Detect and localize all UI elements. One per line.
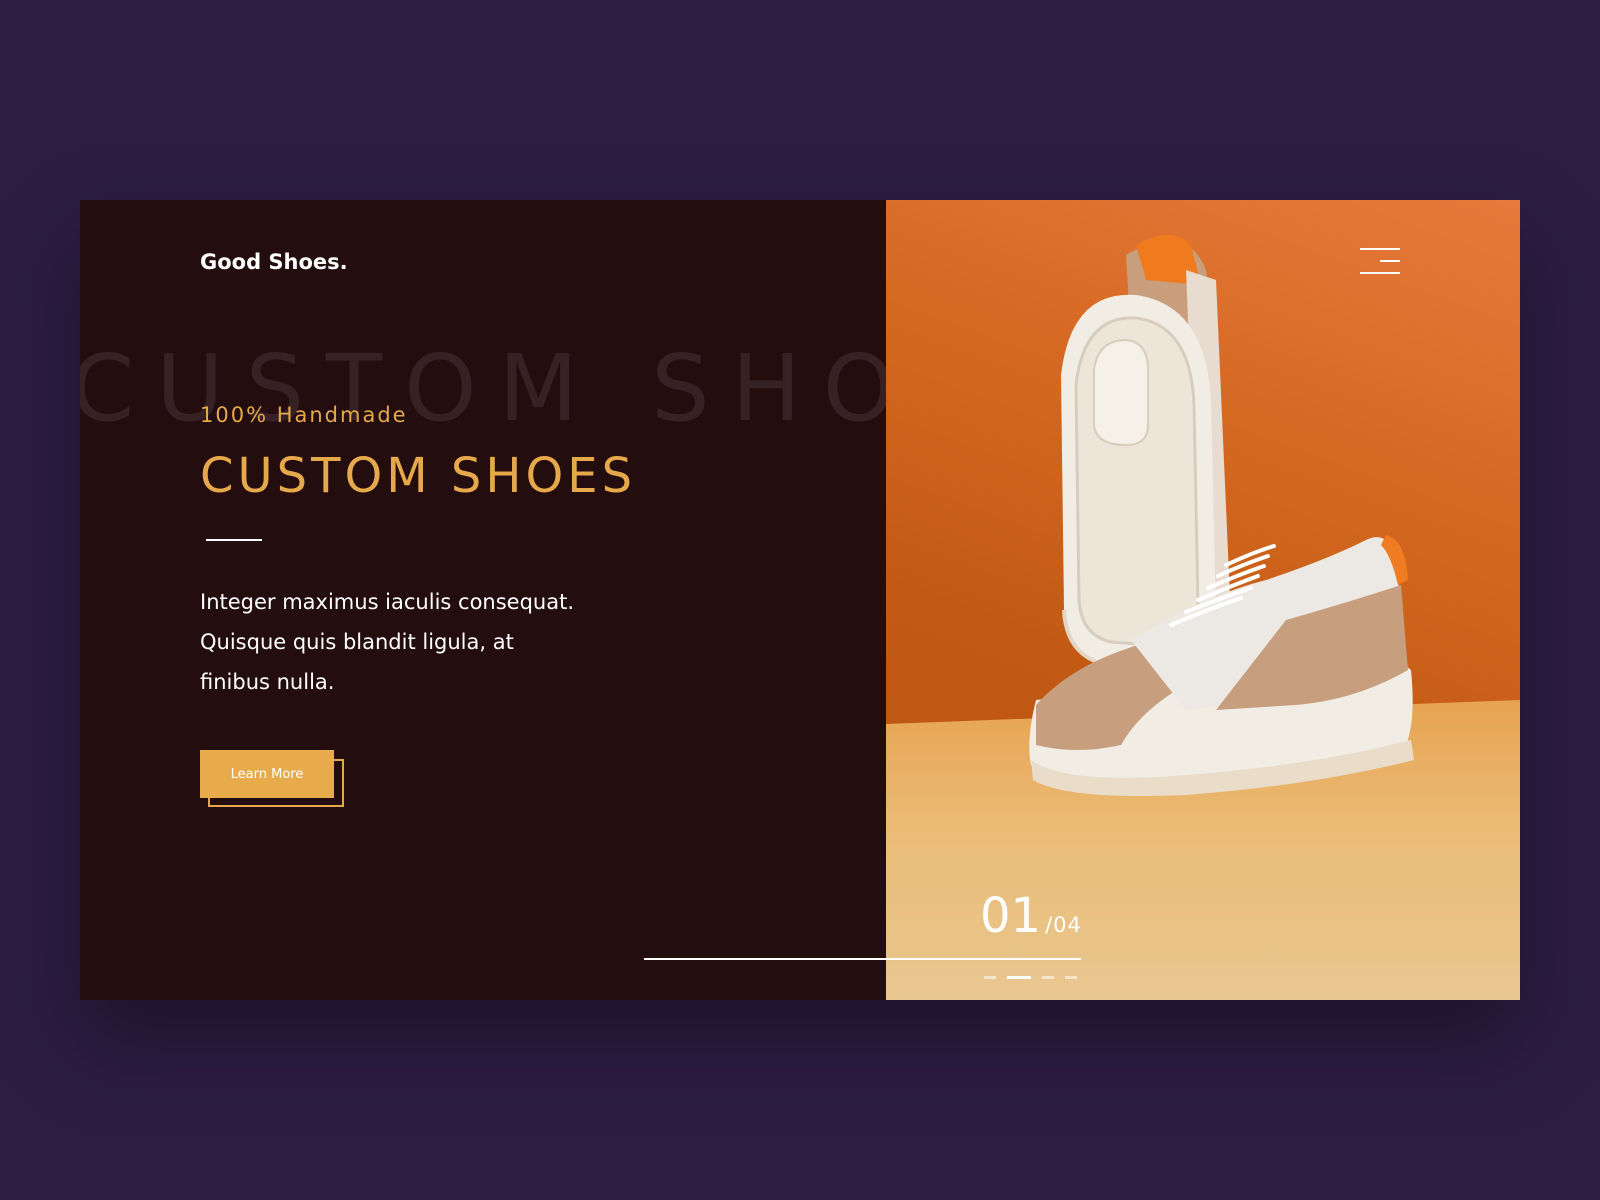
slide-dot-1[interactable] [984, 976, 996, 979]
hero-title: CUSTOM SHOES [200, 448, 637, 504]
hero-description: Integer maximus iaculis consequat. Quisq… [200, 590, 575, 694]
hamburger-menu-icon[interactable] [1360, 248, 1404, 278]
sneakers-illustration [1029, 235, 1414, 796]
slide-dot-4[interactable] [1065, 976, 1077, 979]
brand-logo[interactable]: Good Shoes. [200, 250, 348, 274]
slide-progress-line [644, 958, 1081, 960]
slide-total-number: /04 [1045, 913, 1082, 937]
product-photo [886, 200, 1520, 1000]
hero-eyebrow: 100% Handmade [200, 403, 408, 427]
slide-counter: 01/04 [980, 888, 1082, 944]
learn-more-button-group: Learn More [200, 750, 346, 808]
slide-dot-2[interactable] [1007, 976, 1031, 979]
slide-dot-3[interactable] [1042, 976, 1054, 979]
learn-more-button[interactable]: Learn More [200, 750, 334, 798]
slide-current-number: 01 [980, 888, 1042, 944]
title-divider [206, 539, 262, 541]
hero-card: CUSTOM SHOES Good Shoes. 100% Handmade C… [80, 200, 1520, 1000]
